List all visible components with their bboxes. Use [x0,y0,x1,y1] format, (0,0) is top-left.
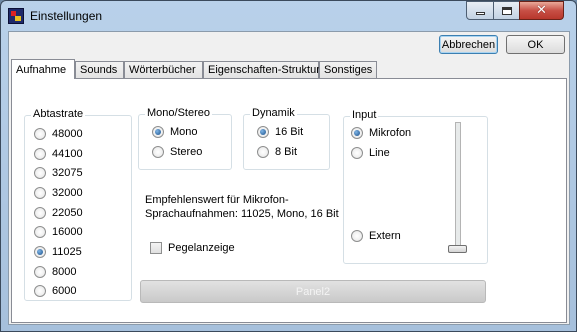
radio-32075[interactable]: 32075 [34,167,83,179]
sampling-rate-label: Abtastrate [31,108,86,120]
maximize-icon [501,6,512,15]
dynamics-label: Dynamik [250,107,297,119]
radio-mikrofon[interactable]: Mikrofon [351,127,411,139]
input-level-slider[interactable] [455,122,461,252]
radio-16000[interactable]: 16000 [34,226,83,238]
radio-22050[interactable]: 22050 [34,207,83,219]
app-icon[interactable] [8,8,24,24]
minimize-icon [475,12,485,15]
input-label: Input [350,109,379,121]
tab-page-aufnahme: Abtastrate 48000 44100 32075 32000 22050… [11,78,567,323]
radio-8000[interactable]: 8000 [34,266,76,278]
mono-stereo-group: Mono/Stereo Mono Stereo [138,107,232,170]
input-group: Input Mikrofon Line Extern [343,109,488,264]
radio-line[interactable]: Line [351,147,390,159]
tab-eigenschaften-struktur[interactable]: Eigenschaften-Struktur [203,61,320,78]
tab-woerterbuecher[interactable]: Wörterbücher [124,61,203,78]
ok-button[interactable]: OK [506,35,565,54]
radio-16-bit[interactable]: 16 Bit [257,126,303,138]
window-title: Einstellungen [30,9,103,23]
sampling-rate-group: Abtastrate 48000 44100 32075 32000 22050… [24,108,132,301]
cancel-button[interactable]: Abbrechen [439,35,498,54]
dialog-client: Abbrechen OK Aufnahme Sounds Wörterbüche… [8,31,570,325]
mono-stereo-label: Mono/Stereo [145,107,212,119]
button-bar: Abbrechen OK [9,32,569,57]
panel2: Panel2 [140,280,486,303]
slider-thumb[interactable] [448,245,467,253]
radio-44100[interactable]: 44100 [34,148,83,160]
radio-11025[interactable]: 11025 [34,246,82,258]
radio-8-bit[interactable]: 8 Bit [257,146,297,158]
radio-mono[interactable]: Mono [152,126,198,138]
dynamics-group: Dynamik 16 Bit 8 Bit [243,107,330,170]
radio-stereo[interactable]: Stereo [152,146,202,158]
settings-window: Einstellungen ✕ Abbrechen OK Aufnahme So… [0,0,577,332]
tab-sonstiges[interactable]: Sonstiges [319,61,377,78]
radio-48000[interactable]: 48000 [34,128,83,140]
radio-32000[interactable]: 32000 [34,187,83,199]
close-button[interactable]: ✕ [519,1,564,20]
radio-6000[interactable]: 6000 [34,285,76,297]
title-bar[interactable]: Einstellungen ✕ [1,1,576,31]
recommendation-text: Empfehlenswert für Mikrofon- Sprachaufna… [145,194,339,220]
close-icon: ✕ [536,3,547,18]
minimize-button[interactable] [466,1,494,20]
tab-aufnahme[interactable]: Aufnahme [11,59,75,79]
maximize-button[interactable] [493,1,520,20]
level-meter-checkbox[interactable]: Pegelanzeige [150,242,235,254]
tab-sounds[interactable]: Sounds [75,61,124,78]
radio-extern[interactable]: Extern [351,230,401,242]
